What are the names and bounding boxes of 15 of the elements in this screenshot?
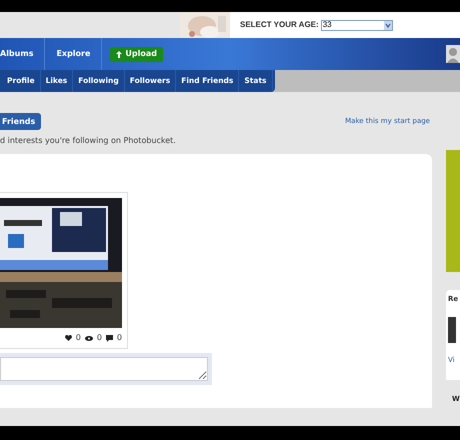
eye-icon — [84, 336, 93, 340]
dropdown-arrow-icon — [384, 20, 392, 30]
heart-icon[interactable] — [64, 335, 72, 341]
thumbnail — [448, 316, 456, 342]
description-text: d interests you're following on Photobucket. — [0, 135, 177, 147]
comment-field[interactable] — [0, 357, 208, 381]
comments-count: 0 — [116, 332, 122, 344]
age-select[interactable]: 33 — [320, 20, 393, 30]
friends-button[interactable]: Friends — [0, 113, 42, 130]
likes-count: 0 — [76, 332, 81, 344]
views-count: 0 — [96, 332, 102, 344]
upload-button[interactable]: Upload — [110, 46, 164, 62]
age-label: SELECT YOUR AGE: — [240, 19, 319, 31]
comment-icon[interactable] — [106, 334, 113, 342]
up-arrow-icon — [116, 50, 122, 58]
